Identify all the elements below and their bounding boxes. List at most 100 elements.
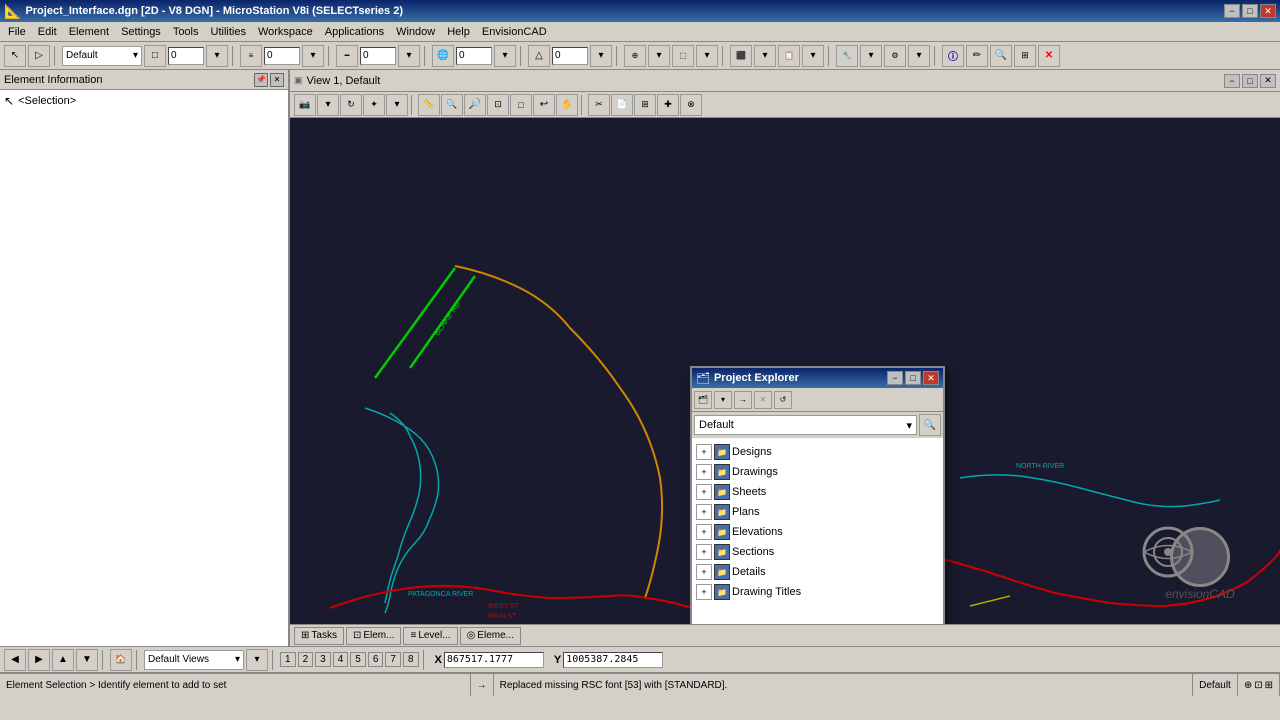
vt-measure[interactable]: 📏 bbox=[418, 94, 440, 116]
page-4-btn[interactable]: 4 bbox=[333, 652, 349, 667]
menu-workspace[interactable]: Workspace bbox=[252, 24, 319, 40]
pe-dropdown[interactable]: Default▾ bbox=[694, 415, 917, 435]
pe-search-btn[interactable]: 🔍 bbox=[919, 414, 941, 436]
x-input[interactable] bbox=[444, 652, 544, 668]
tool-snap4[interactable]: ▾ bbox=[696, 45, 718, 67]
page-5-btn[interactable]: 5 bbox=[350, 652, 366, 667]
vt-fit[interactable]: ⊡ bbox=[487, 94, 509, 116]
panel-pin[interactable]: 📌 bbox=[254, 73, 268, 87]
tool-globe[interactable]: 🌐 bbox=[432, 45, 454, 67]
nav-forward[interactable]: ▶ bbox=[28, 649, 50, 671]
pe-title-bar[interactable]: 🗂 Project Explorer − □ ✕ bbox=[692, 368, 943, 388]
tree-item-drawing-titles[interactable]: + 📁 Drawing Titles bbox=[692, 582, 943, 602]
vt-zoom-in[interactable]: 🔍 bbox=[441, 94, 463, 116]
menu-file[interactable]: File bbox=[2, 24, 32, 40]
tool-pencil[interactable]: ✏ bbox=[966, 45, 988, 67]
nav-down[interactable]: ▼ bbox=[76, 649, 98, 671]
pe-tb-x[interactable]: ✕ bbox=[754, 391, 772, 409]
pe-tb-forward[interactable]: → bbox=[734, 391, 752, 409]
menu-utilities[interactable]: Utilities bbox=[205, 24, 252, 40]
vt-clip5[interactable]: ⊗ bbox=[680, 94, 702, 116]
tool-c1[interactable]: 🔧 bbox=[836, 45, 858, 67]
tool-b4[interactable]: ▾ bbox=[802, 45, 824, 67]
tb-dd2[interactable]: ▾ bbox=[302, 45, 324, 67]
page-1-btn[interactable]: 1 bbox=[280, 652, 296, 667]
menu-settings[interactable]: Settings bbox=[115, 24, 167, 40]
page-6-btn[interactable]: 6 bbox=[368, 652, 384, 667]
menu-window[interactable]: Window bbox=[390, 24, 441, 40]
vt-clip2[interactable]: 📄 bbox=[611, 94, 633, 116]
tree-item-elevations[interactable]: + 📁 Elevations bbox=[692, 522, 943, 542]
view-canvas[interactable]: BLAKE RD PATAGONCA RIVER WEST ST MAIN ST… bbox=[290, 118, 1280, 624]
view-minimize[interactable]: − bbox=[1224, 74, 1240, 88]
tb-dd5[interactable]: ▾ bbox=[590, 45, 612, 67]
vt-dd[interactable]: ▾ bbox=[317, 94, 339, 116]
menu-envisioncad[interactable]: EnvisionCAD bbox=[476, 24, 553, 40]
view-close[interactable]: ✕ bbox=[1260, 74, 1276, 88]
expand-drawing-titles[interactable]: + bbox=[696, 584, 712, 600]
expand-sheets[interactable]: + bbox=[696, 484, 712, 500]
tool-select[interactable]: ▷ bbox=[28, 45, 50, 67]
tool-x1[interactable]: ✕ bbox=[1038, 45, 1060, 67]
nav-up[interactable]: ▲ bbox=[52, 649, 74, 671]
menu-help[interactable]: Help bbox=[441, 24, 476, 40]
tool-snap2[interactable]: ▾ bbox=[648, 45, 670, 67]
tool-weight[interactable]: ━ bbox=[336, 45, 358, 67]
expand-plans[interactable]: + bbox=[696, 504, 712, 520]
pe-maximize[interactable]: □ bbox=[905, 371, 921, 385]
tool-snap3[interactable]: ⬚ bbox=[672, 45, 694, 67]
minimize-button[interactable]: − bbox=[1224, 4, 1240, 18]
tool-b1[interactable]: ⬛ bbox=[730, 45, 752, 67]
tb-dd4[interactable]: ▾ bbox=[494, 45, 516, 67]
tab-tasks[interactable]: ⊞ Tasks bbox=[294, 627, 344, 645]
tool-snap1[interactable]: ⊕ bbox=[624, 45, 646, 67]
pe-minimize[interactable]: − bbox=[887, 371, 903, 385]
tree-item-drawings[interactable]: + 📁 Drawings bbox=[692, 462, 943, 482]
y-input[interactable] bbox=[563, 652, 663, 668]
vt-camera[interactable]: 📷 bbox=[294, 94, 316, 116]
level-dropdown[interactable]: Default▾ bbox=[62, 46, 142, 66]
nav-back[interactable]: ◀ bbox=[4, 649, 26, 671]
pe-tb-folder[interactable]: 🗂 bbox=[694, 391, 712, 409]
expand-sections[interactable]: + bbox=[696, 544, 712, 560]
expand-designs[interactable]: + bbox=[696, 444, 712, 460]
expand-details[interactable]: + bbox=[696, 564, 712, 580]
tree-item-plans[interactable]: + 📁 Plans bbox=[692, 502, 943, 522]
vt-zoom-out[interactable]: 🔎 bbox=[464, 94, 486, 116]
vt-clip4[interactable]: ✚ bbox=[657, 94, 679, 116]
tool-arrow[interactable]: ↖ bbox=[4, 45, 26, 67]
tree-item-sections[interactable]: + 📁 Sections bbox=[692, 542, 943, 562]
tool-grid[interactable]: ⊞ bbox=[1014, 45, 1036, 67]
vt-dd2[interactable]: ▾ bbox=[386, 94, 408, 116]
menu-edit[interactable]: Edit bbox=[32, 24, 63, 40]
tool-c4[interactable]: ▾ bbox=[908, 45, 930, 67]
pe-tb-refresh[interactable]: ↺ bbox=[774, 391, 792, 409]
tb-dd1[interactable]: ▾ bbox=[206, 45, 228, 67]
vt-clip1[interactable]: ✂ bbox=[588, 94, 610, 116]
nav-home[interactable]: 🏠 bbox=[110, 649, 132, 671]
vt-orbit[interactable]: ↻ bbox=[340, 94, 362, 116]
tree-item-sheets[interactable]: + 📁 Sheets bbox=[692, 482, 943, 502]
tool-lines[interactable]: ≡ bbox=[240, 45, 262, 67]
vt-clip3[interactable]: ⊞ bbox=[634, 94, 656, 116]
tb-dd3[interactable]: ▾ bbox=[398, 45, 420, 67]
input-5[interactable] bbox=[552, 47, 588, 65]
tool-c2[interactable]: ▾ bbox=[860, 45, 882, 67]
vt-win[interactable]: □ bbox=[510, 94, 532, 116]
menu-element[interactable]: Element bbox=[63, 24, 115, 40]
tab-elem1[interactable]: ⊡ Elem... bbox=[346, 627, 402, 645]
input-3[interactable] bbox=[360, 47, 396, 65]
input-2[interactable] bbox=[264, 47, 300, 65]
maximize-button[interactable]: □ bbox=[1242, 4, 1258, 18]
view-maximize[interactable]: □ bbox=[1242, 74, 1258, 88]
expand-drawings[interactable]: + bbox=[696, 464, 712, 480]
pe-tb-dd[interactable]: ▾ bbox=[714, 391, 732, 409]
tool-info[interactable]: ⓘ bbox=[942, 45, 964, 67]
nav-dd-btn[interactable]: ▾ bbox=[246, 649, 268, 671]
tool-mag[interactable]: 🔍 bbox=[990, 45, 1012, 67]
pe-close[interactable]: ✕ bbox=[923, 371, 939, 385]
vt-move[interactable]: ✦ bbox=[363, 94, 385, 116]
page-8-btn[interactable]: 8 bbox=[403, 652, 419, 667]
tool-tri[interactable]: △ bbox=[528, 45, 550, 67]
input-4[interactable] bbox=[456, 47, 492, 65]
